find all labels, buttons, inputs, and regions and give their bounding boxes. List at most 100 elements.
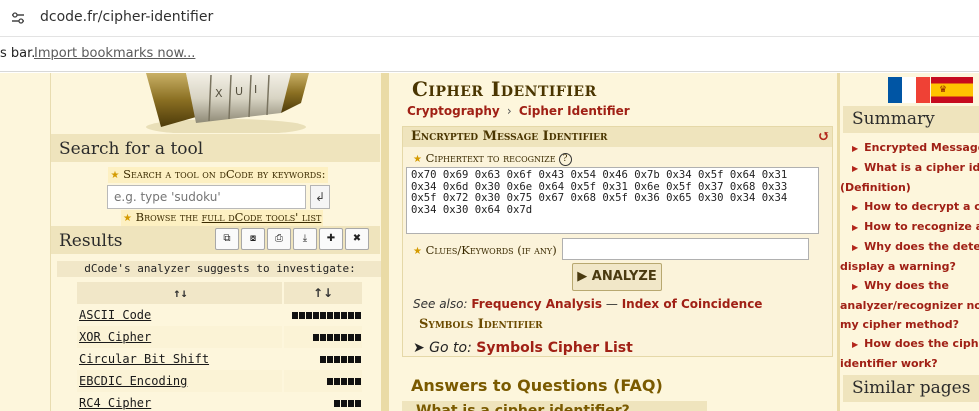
ciphertext-input[interactable]: 0x70 0x69 0x63 0x6f 0x43 0x54 0x46 0x7b … [406, 167, 819, 234]
score-bar-segment [341, 312, 347, 319]
results-table: ↑↓ ↑↓ ASCII Code XOR Cipher Circular Bit S… [77, 282, 362, 411]
faq-heading: Answers to Questions (FAQ) [411, 376, 663, 395]
ciphertext-label: ★ Ciphertext to recognize? [413, 151, 572, 166]
summary-item[interactable]: ▶How to decrypt a cipher text? [852, 197, 979, 217]
copy-icon[interactable]: ⧉ [215, 228, 239, 250]
svg-text:I: I [254, 83, 257, 96]
pin-icon[interactable]: ✚ [319, 228, 343, 250]
result-score [284, 304, 362, 326]
copy-all-icon[interactable]: ⧇ [241, 228, 265, 250]
sort-name-header[interactable]: ↑↓ [77, 282, 282, 304]
score-bar-segment [341, 400, 347, 407]
score-bar-segment [341, 356, 347, 363]
analyzer-suggestion: dCode's analyzer suggests to investigate… [57, 261, 383, 277]
symbols-cipher-list-link[interactable]: Symbols Cipher List [476, 340, 633, 356]
summary-item[interactable]: ▶Why does the detector/analyzer [852, 237, 979, 257]
search-input[interactable] [107, 185, 306, 209]
main-content: Cipher Identifier Cryptography › Cipher … [389, 73, 837, 411]
summary-item[interactable]: ▶ Why does the [852, 276, 979, 296]
arrow-icon: ▶ [852, 243, 859, 252]
summary-item[interactable]: ▶What is a cipher identifier? [852, 158, 979, 178]
print-icon[interactable]: ⎙ [267, 228, 291, 250]
score-bar-segment [348, 334, 354, 341]
clues-input[interactable] [562, 238, 809, 260]
score-bar-segment [355, 312, 361, 319]
result-link[interactable]: RC4 Cipher [79, 396, 151, 410]
score-bar-segment [355, 356, 361, 363]
symbols-identifier-title: Symbols Identifier [419, 317, 543, 332]
star-icon: ★ [413, 154, 422, 165]
score-bar-segment [334, 334, 340, 341]
import-bookmarks-link[interactable]: Import bookmarks now... [34, 46, 195, 61]
result-link[interactable]: XOR Cipher [79, 330, 151, 344]
result-row: EBCDIC Encoding [77, 370, 362, 392]
result-link[interactable]: Circular Bit Shift [79, 352, 209, 366]
results-toolbar: ⧉ ⧇ ⎙ ⤓ ✚ ✖ [215, 228, 369, 250]
score-bar-segment [334, 356, 340, 363]
arrow-icon: ▶ [852, 340, 859, 349]
summary-item-cont[interactable]: (Definition) [840, 178, 979, 197]
score-bar-segment [313, 334, 319, 341]
summary-item[interactable]: ▶Encrypted Message Identifier [852, 138, 979, 158]
arrow-icon: ▶ [852, 282, 859, 291]
sort-score-header[interactable]: ↑↓ [284, 282, 362, 304]
summary-item-cont[interactable]: analyzer/recognizer not detect [840, 296, 979, 315]
faq-question-1[interactable]: What is a cipher identifier? (Definition… [402, 401, 707, 411]
summary-item[interactable]: ▶How to recognize a cipher? [852, 217, 979, 237]
result-score [284, 326, 362, 348]
breadcrumb-cipher-identifier[interactable]: Cipher Identifier [519, 104, 630, 118]
score-bar-segment [334, 312, 340, 319]
score-bar-segment [334, 378, 340, 385]
summary-heading: Summary [843, 106, 979, 133]
breadcrumb: Cryptography › Cipher Identifier [407, 104, 630, 118]
star-icon: ★ [110, 170, 120, 181]
summary-list: ▶Encrypted Message Identifier ▶What is a… [840, 138, 979, 373]
result-row: RC4 Cipher [77, 392, 362, 411]
score-bar-segment [299, 312, 305, 319]
score-bar-segment [355, 334, 361, 341]
index-of-coincidence-link[interactable]: Index of Coincidence [622, 297, 763, 311]
address-bar[interactable]: dcode.fr/cipher-identifier [0, 0, 979, 37]
reload-icon[interactable]: ↺ [817, 126, 830, 146]
result-link[interactable]: EBCDIC Encoding [79, 374, 187, 388]
download-icon[interactable]: ⤓ [293, 228, 317, 250]
help-icon[interactable]: ? [558, 152, 572, 166]
language-flags: ♛ [888, 77, 973, 103]
clues-label: ★ Clues/Keywords (if any) [413, 243, 557, 257]
analyze-button[interactable]: ▶ ANALYZE [572, 263, 662, 291]
score-bar-segment [355, 400, 361, 407]
result-row: XOR Cipher [77, 326, 362, 348]
score-bar-segment [327, 312, 333, 319]
result-score [284, 348, 362, 370]
score-bar-segment [320, 312, 326, 319]
result-row: ASCII Code [77, 304, 362, 326]
french-flag-icon[interactable] [888, 77, 930, 103]
result-row: Circular Bit Shift [77, 348, 362, 370]
star-icon: ★ [413, 246, 422, 257]
score-bar-segment [348, 356, 354, 363]
summary-item-cont[interactable]: identifier work? [840, 354, 979, 373]
result-link[interactable]: ASCII Code [79, 308, 151, 322]
svg-text:X: X [215, 87, 223, 100]
left-panel: X U I Search for a tool ★ Search a tool … [50, 73, 383, 411]
identifier-box-title: Encrypted Message Identifier ↺ [403, 127, 832, 147]
summary-item-cont[interactable]: display a warning? [840, 257, 979, 276]
summary-item-cont[interactable]: my cipher method? [840, 315, 979, 334]
summary-item[interactable]: ▶ How does the cipher [852, 334, 979, 354]
url-text[interactable]: dcode.fr/cipher-identifier [40, 9, 213, 25]
bookmarks-bar: s bar. Import bookmarks now... [0, 37, 979, 72]
site-settings-icon[interactable] [10, 11, 26, 25]
search-submit-button[interactable]: ↲ [310, 185, 330, 209]
score-bar-segment [355, 378, 361, 385]
score-bar-segment [320, 356, 326, 363]
arrow-icon: ▶ [852, 164, 859, 173]
breadcrumb-cryptography[interactable]: Cryptography [407, 104, 500, 118]
frequency-analysis-link[interactable]: Frequency Analysis [471, 297, 602, 311]
full-tools-list-link[interactable]: full dCode tools' list [202, 210, 322, 224]
score-bar-segment [327, 378, 333, 385]
close-icon[interactable]: ✖ [345, 228, 369, 250]
similar-pages-heading: Similar pages [843, 375, 979, 402]
spanish-flag-icon[interactable]: ♛ [931, 77, 973, 103]
score-bar-segment [348, 400, 354, 407]
breadcrumb-separator: › [506, 104, 512, 118]
